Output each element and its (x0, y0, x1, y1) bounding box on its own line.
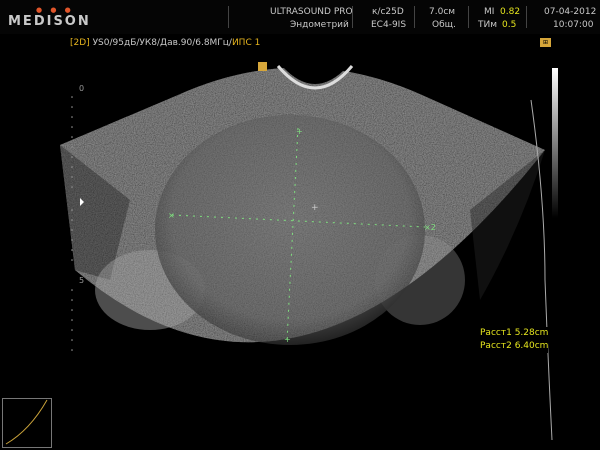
brand-name: MEDISON (8, 14, 91, 29)
tib-value: 0.5 (502, 20, 517, 30)
measurement-2-value: 6.40cm (514, 341, 549, 351)
measurement-2-label: Расст2 (480, 341, 512, 351)
svg-text:×2: ×2 (424, 223, 436, 232)
header-divider (352, 6, 353, 28)
svg-text:×: × (168, 211, 175, 220)
ips-value: ИПС 1 (231, 38, 261, 48)
header-divider (414, 6, 415, 28)
measurement-panel: Расст1 5.28cm Расст2 6.40cm (480, 327, 549, 353)
brand-logo: ● ● ● MEDISON (8, 6, 98, 32)
measurement-1-value: 5.28cm (514, 328, 549, 338)
measurement-1: Расст1 5.28cm (480, 327, 548, 340)
header-divider (468, 6, 469, 28)
probe-label: к/с25D (372, 7, 404, 17)
svg-text:+: + (284, 335, 291, 344)
header-divider (526, 6, 527, 28)
header-bar: ● ● ● MEDISON ULTRASOUND PRO Эндометрий … (0, 0, 600, 34)
focus-marker-icon (258, 62, 267, 71)
probe-orientation-icon: ⊞ (540, 38, 551, 47)
ultrasound-image: × ×2 + + + (5, 65, 553, 445)
depth-scale-top: 0 (79, 84, 85, 93)
exam-time: 10:07:00 (553, 20, 594, 30)
header-divider (228, 6, 229, 28)
exam-date: 07-04-2012 (544, 7, 597, 17)
grayscale-bar (552, 68, 558, 218)
preset-name: ULTRASOUND PRO (270, 7, 353, 17)
measurement-1-label: Расст1 (480, 328, 512, 338)
depth-scale-mid: 5 (79, 276, 85, 285)
mi-label: MI (484, 7, 495, 17)
probe-model: EC4-9IS (371, 20, 407, 30)
tib-label: ТИм (478, 20, 498, 30)
svg-text:+: + (296, 127, 303, 136)
mi-value: 0.82 (500, 7, 521, 17)
mode-value: Общ. (432, 20, 456, 30)
measurement-2: Расст2 6.40cm (480, 340, 548, 353)
svg-text:+: + (311, 203, 319, 213)
imaging-parameters: [2D] УS0/95дБ/УК8/Дав.90/6.8МГц/ИПС 1 (70, 38, 260, 48)
gamma-curve-thumbnail (2, 398, 52, 448)
settings-string: УS0/95дБ/УК8/Дав.90/6.8МГц/ (92, 38, 232, 48)
mode-tag: [2D] (70, 38, 90, 48)
exam-name: Эндометрий (290, 20, 349, 30)
brand-dots: ● ● ● (36, 6, 74, 14)
depth-value: 7.0см (429, 7, 456, 17)
